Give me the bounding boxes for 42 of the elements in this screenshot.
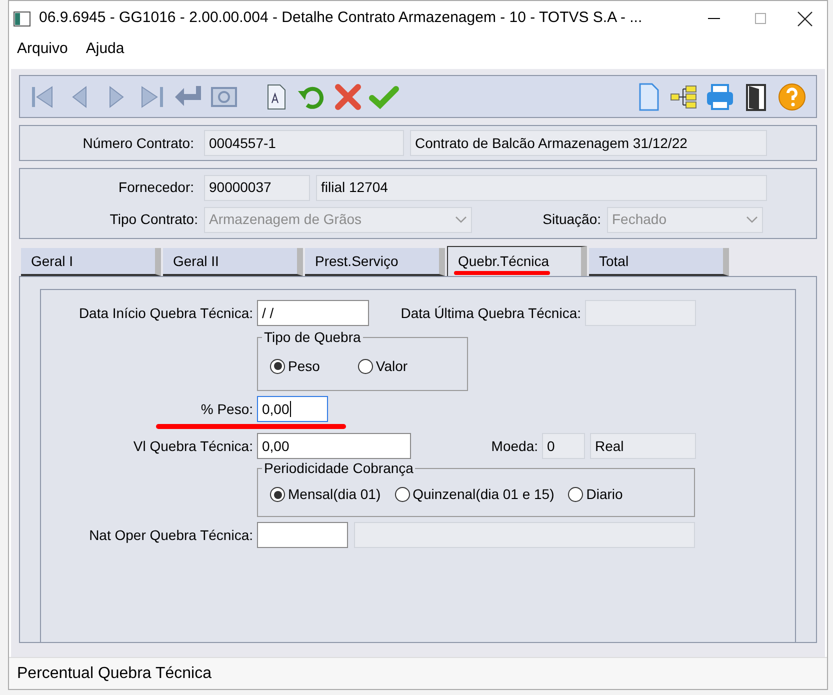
field-label: Número Contrato: bbox=[82, 134, 195, 152]
status-bar-text: Percentual Quebra Técnica bbox=[17, 664, 212, 684]
nature-operation-field[interactable] bbox=[257, 522, 348, 548]
menu-item[interactable]: Arquivo bbox=[17, 38, 68, 61]
close-icon[interactable] bbox=[797, 10, 813, 26]
field-label: Vl Quebra Técnica: bbox=[132, 436, 254, 456]
radio-option[interactable]: Diario bbox=[568, 481, 623, 508]
radio-option[interactable]: Quinzenal(dia 01 e 15) bbox=[394, 481, 554, 508]
field-label: Tipo Contrato: bbox=[108, 210, 199, 229]
menu-item[interactable]: Ajuda bbox=[86, 38, 124, 61]
contract-number-field[interactable]: 0004557-1 bbox=[204, 130, 404, 156]
supplier-name-field[interactable]: filial 12704 bbox=[316, 174, 767, 200]
app-icon bbox=[13, 10, 31, 26]
window-title: 06.9.6945 - GG1016 - 2.00.00.004 - Detalhe Contrato Armazenagem - 10 - TOTVS S.A - ... bbox=[39, 8, 644, 28]
nature-operation-description-field[interactable] bbox=[354, 522, 695, 548]
field-label: % Peso: bbox=[200, 400, 254, 418]
tab[interactable]: Geral I bbox=[21, 248, 161, 276]
tab[interactable]: Total bbox=[589, 248, 729, 276]
radio-option[interactable]: Mensal(dia 01) bbox=[270, 481, 381, 508]
field-label: Nat Oper Quebra Técnica: bbox=[88, 526, 254, 545]
supplier-code-field[interactable]: 90000037 bbox=[204, 174, 310, 200]
radio-option[interactable]: Peso bbox=[270, 350, 320, 382]
field-label: Data Início Quebra Técnica: bbox=[78, 304, 254, 323]
tab[interactable]: Quebr.Técnica bbox=[447, 246, 587, 276]
group-title: Tipo de Quebra bbox=[262, 329, 363, 345]
group-title: Periodicidade Cobrança bbox=[262, 460, 416, 476]
tab[interactable]: Prest.Serviço bbox=[305, 248, 445, 276]
chevron-down-icon bbox=[746, 216, 758, 224]
date-field[interactable]: / / bbox=[257, 300, 369, 326]
tab[interactable]: Geral II bbox=[163, 248, 303, 276]
field-label: Situação: bbox=[542, 210, 602, 229]
date-field[interactable] bbox=[585, 300, 696, 326]
radio-option[interactable]: Valor bbox=[358, 350, 408, 382]
field-label: Fornecedor: bbox=[118, 178, 195, 197]
currency-name-field[interactable]: Real bbox=[590, 433, 696, 459]
percent-field[interactable]: 0,00 bbox=[257, 396, 328, 422]
field-label: Data Última Quebra Técnica: bbox=[400, 304, 582, 323]
value-field[interactable]: 0,00 bbox=[257, 433, 411, 459]
field-label: Moeda: bbox=[490, 436, 539, 456]
contract-description-field[interactable]: Contrato de Balcão Armazenagem 31/12/22 bbox=[410, 130, 767, 156]
currency-code-field[interactable]: 0 bbox=[542, 433, 585, 459]
chevron-down-icon bbox=[455, 216, 467, 224]
